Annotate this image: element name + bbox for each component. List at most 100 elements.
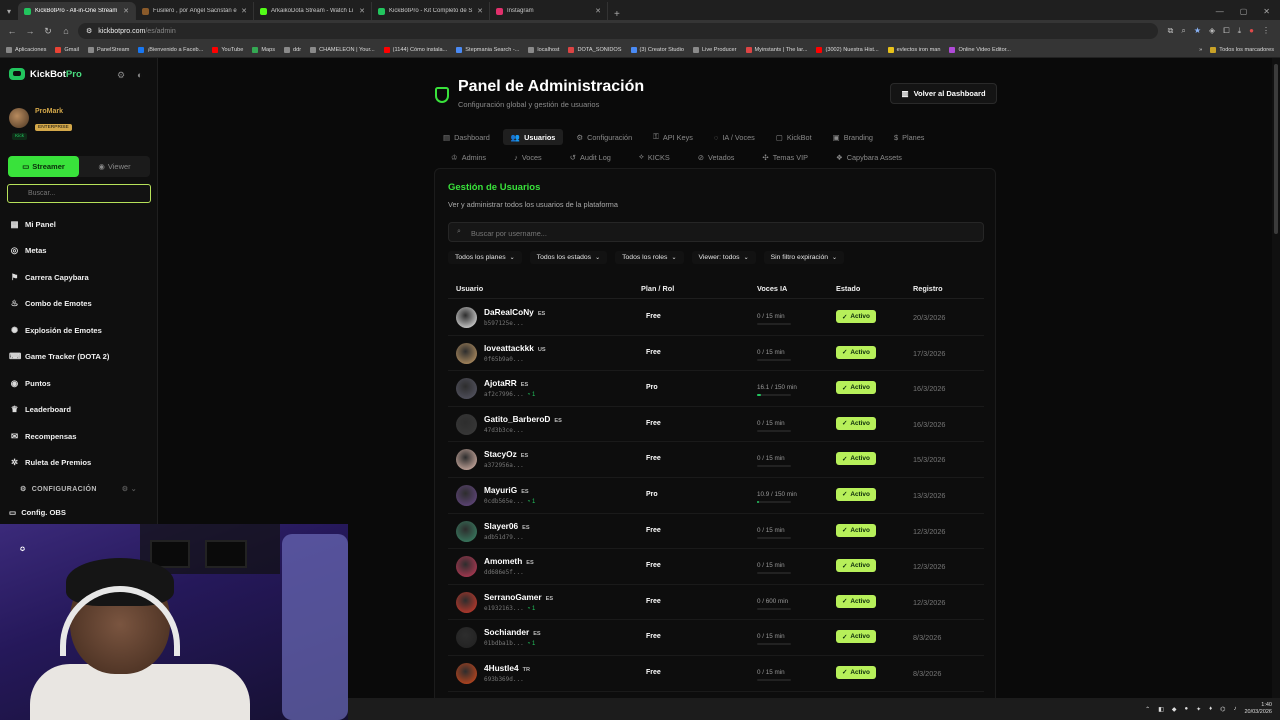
bookmark-item[interactable]: Online Video Editor... [949, 46, 1011, 53]
bookmark-item[interactable]: Gmail [55, 46, 79, 53]
tray-app-icon[interactable]: ◆ [1172, 706, 1177, 713]
browser-tab[interactable]: Instagram ✕ [490, 2, 608, 20]
brand-logo[interactable]: KickBotPro [9, 68, 82, 80]
filter-select[interactable]: Todos los planes ⌄ [448, 251, 522, 264]
scrollbar-thumb[interactable] [1274, 64, 1278, 234]
tab-api-keys[interactable]: ⚿ API Keys [645, 129, 701, 145]
sidebar-item[interactable]: ▦ Mi Panel [9, 211, 109, 238]
bookmark-item[interactable]: DOTA_SONIDOS [568, 46, 622, 53]
filter-select[interactable]: Todos los estados ⌄ [529, 251, 608, 264]
user-name[interactable]: MayuriG ES [484, 485, 529, 495]
install-icon[interactable]: ⧉ [1168, 26, 1174, 36]
forward-icon[interactable]: → [24, 26, 36, 36]
site-info-icon[interactable]: ⚙ [86, 27, 92, 35]
tab-kicks[interactable]: ⟡ KICKS [631, 149, 678, 165]
bookmark-item[interactable]: Stepmania Search -... [456, 46, 519, 53]
user-name[interactable]: Slayer06 ES [484, 521, 530, 531]
status-badge[interactable]: ✓ Activo [836, 630, 876, 644]
status-badge[interactable]: ✓ Activo [836, 381, 876, 395]
reload-icon[interactable]: ↻ [42, 26, 54, 37]
tab-admins[interactable]: ♔ Admins [443, 149, 494, 165]
col-voices[interactable]: Voces IA [757, 284, 787, 293]
user-name[interactable]: 4Hustle4 TR [484, 663, 530, 673]
status-badge[interactable]: ✓ Activo [836, 594, 876, 608]
bookmark-item[interactable]: ddr [284, 46, 301, 53]
sidebar-item[interactable]: ✲ Ruleta de Premios [9, 450, 109, 477]
table-row[interactable]: DaRealCoNy ES b597125e... Free 0 / 15 min ✓ Ac… [448, 300, 984, 336]
status-badge[interactable]: ✓ Activo [836, 523, 876, 537]
filter-select[interactable]: Viewer: todos ⌄ [691, 251, 756, 264]
maximize-icon[interactable]: ▢ [1240, 7, 1248, 16]
tray-app-icon[interactable]: ◧ [1158, 706, 1164, 713]
sidebar-item-obs[interactable]: ▭ Config. OBS [9, 508, 66, 517]
new-tab-button[interactable]: + [608, 9, 626, 20]
tab-usuarios[interactable]: 👥 Usuarios [502, 129, 564, 145]
tab-capybara-assets[interactable]: ❖ Capybara Assets [828, 149, 910, 165]
puzzle-icon[interactable]: ⧠ [1223, 26, 1229, 36]
sidebar-item[interactable]: ⚑ Carrera Capybara [9, 264, 109, 291]
config-section-header[interactable]: ⚙ CONFIGURACIÓN ⚙ ⌄ [20, 485, 137, 494]
bookmark-item[interactable]: Live Producer [692, 46, 737, 53]
col-plan[interactable]: Plan / Rol [641, 284, 674, 293]
bookmark-item[interactable]: CHAMELEON | Your... [310, 46, 375, 53]
col-user[interactable]: Usuario [456, 284, 483, 293]
back-icon[interactable]: ← [6, 26, 18, 36]
status-badge[interactable]: ✓ Activo [836, 416, 876, 430]
browser-tab[interactable]: KickBotPro - Kit Completo de S ✕ [372, 2, 490, 20]
bookmark-item[interactable]: evlectos iron man [887, 46, 940, 53]
user-profile[interactable]: ProMark ENTERPRISE [9, 108, 72, 133]
bookmark-item[interactable]: (3002) Nuestra Hist... [816, 46, 879, 53]
bookmark-item[interactable]: PanelStream [88, 46, 129, 53]
bookmark-item[interactable]: (3) Creator Studio [630, 46, 684, 53]
table-row[interactable]: Slayer06 ES adb51d79... Free 0 / 15 min ✓ Acti… [448, 514, 984, 550]
streamer-mode-button[interactable]: ▭ Streamer [8, 156, 79, 177]
col-status[interactable]: Estado [836, 284, 860, 293]
table-row[interactable]: StacyOz ES a372956a... Free 0 / 15 min ✓ Activ… [448, 442, 984, 478]
sidebar-search-input[interactable]: Buscar... [7, 184, 151, 203]
sidebar-item[interactable]: ✉ Recompensas [9, 423, 109, 450]
theme-toggle-icon[interactable]: ◐ [137, 70, 142, 80]
zoom-icon[interactable]: ⌕ [1181, 26, 1185, 36]
viewer-mode-button[interactable]: ◉ Viewer [79, 156, 150, 177]
volume-icon[interactable]: ♪ [1233, 706, 1236, 712]
tab-planes[interactable]: $ Planes [886, 129, 932, 145]
bookmark-item[interactable]: YouTube [212, 46, 243, 53]
home-icon[interactable]: ⌂ [60, 26, 72, 36]
close-tab-icon[interactable]: ✕ [241, 7, 247, 15]
tab-kickbot[interactable]: ▢ KickBot [768, 129, 820, 145]
user-name[interactable]: AjotaRR ES [484, 378, 528, 388]
menu-icon[interactable]: ⋮ [1262, 26, 1270, 36]
sidebar-item[interactable]: ◎ Metas [9, 238, 109, 265]
close-tab-icon[interactable]: ✕ [477, 7, 483, 15]
bookmark-star-icon[interactable]: ★ [1194, 26, 1201, 36]
bookmark-item[interactable]: Maps [252, 46, 275, 53]
tray-chevron-icon[interactable]: ⌃ [1145, 706, 1150, 713]
tab-voces[interactable]: ♪ Voces [506, 149, 550, 165]
browser-tab[interactable]: ArkaikoDota Stream - Watch Li ✕ [254, 2, 372, 20]
close-tab-icon[interactable]: ✕ [359, 7, 365, 15]
tab-dashboard[interactable]: ▤ Dashboard [435, 129, 498, 145]
user-name[interactable]: StacyOz ES [484, 449, 528, 459]
tab-ia-voces[interactable]: ◌ IA / Voces [706, 129, 763, 145]
browser-tab[interactable]: KickBotPro - All-in-One Stream ✕ [18, 2, 136, 20]
network-icon[interactable]: ⌬ [1220, 706, 1225, 713]
status-badge[interactable]: ✓ Activo [836, 559, 876, 573]
close-window-icon[interactable]: ✕ [1263, 7, 1270, 16]
user-name[interactable]: Amometh ES [484, 556, 534, 566]
tab-configuraci-n[interactable]: ⚙ Configuración [568, 129, 640, 145]
user-name[interactable]: SerranoGamer ES [484, 592, 553, 602]
table-row[interactable]: SerranoGamer ES e1932163... ◔ 1 Free 0 / 600 … [448, 585, 984, 621]
status-badge[interactable]: ✓ Activo [836, 345, 876, 359]
user-name[interactable]: Sochiander ES [484, 627, 541, 637]
tab-vetados[interactable]: ⊘ Vetados [690, 149, 743, 165]
download-icon[interactable]: ⤓ [1238, 26, 1242, 36]
tab-audit-log[interactable]: ↺ Audit Log [562, 149, 619, 165]
filter-select[interactable]: Sin filtro expiración ⌄ [763, 251, 845, 264]
table-row[interactable]: loveattackkk US 0f65b9a0... Free 0 / 15 min ✓… [448, 336, 984, 372]
col-registered[interactable]: Registro [913, 284, 943, 293]
close-tab-icon[interactable]: ✕ [595, 7, 601, 15]
profile-icon[interactable]: ● [1249, 26, 1254, 36]
user-name[interactable]: loveattackkk US [484, 343, 546, 353]
bookmark-item[interactable]: Aplicaciones [6, 46, 46, 53]
tab-branding[interactable]: ▣ Branding [825, 129, 881, 145]
